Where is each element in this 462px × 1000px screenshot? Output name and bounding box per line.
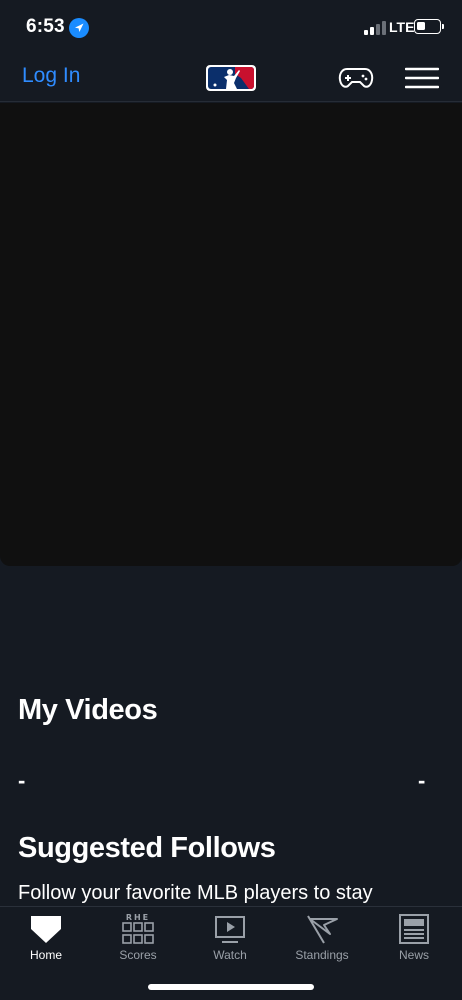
my-videos-placeholder-right: -	[418, 768, 426, 793]
location-arrow-icon	[69, 18, 89, 38]
suggested-follows-description: Follow your favorite MLB players to stay	[18, 882, 373, 904]
tab-watch-label: Watch	[213, 948, 247, 962]
svg-text:RHE: RHE	[126, 913, 150, 922]
battery-nub	[442, 24, 444, 29]
status-bar: 6:53 LTE	[0, 0, 462, 54]
tab-scores[interactable]: RHE Scores	[92, 907, 184, 967]
battery-icon	[414, 19, 441, 34]
mlb-logo[interactable]	[205, 64, 257, 92]
status-time: 6:53	[26, 16, 65, 37]
top-nav-bar: Log In	[0, 54, 462, 102]
tab-home[interactable]: Home	[0, 907, 92, 967]
home-indicator[interactable]	[148, 984, 314, 990]
tab-standings-label: Standings	[295, 948, 349, 962]
tab-standings[interactable]: Standings	[276, 907, 368, 967]
network-type: LTE	[389, 19, 415, 35]
tab-watch[interactable]: Watch	[184, 907, 276, 967]
login-button[interactable]: Log In	[22, 64, 80, 88]
newspaper-icon	[399, 914, 429, 944]
game-controller-icon[interactable]	[338, 65, 374, 91]
scores-grid-icon: RHE	[122, 913, 154, 944]
hero-media-area[interactable]	[0, 103, 462, 566]
pennant-flag-icon	[307, 915, 338, 944]
tab-news-label: News	[398, 948, 429, 962]
hamburger-menu-icon[interactable]	[405, 66, 439, 90]
signal-icon	[364, 21, 386, 35]
suggested-follows-title: Suggested Follows	[18, 832, 276, 864]
watch-play-icon	[215, 916, 245, 943]
home-plate-icon	[31, 916, 61, 943]
my-videos-placeholder-left: -	[18, 768, 26, 793]
tab-scores-label: Scores	[119, 948, 157, 962]
tab-news[interactable]: News	[368, 907, 460, 967]
tab-home-label: Home	[29, 948, 62, 962]
my-videos-title: My Videos	[18, 694, 158, 726]
